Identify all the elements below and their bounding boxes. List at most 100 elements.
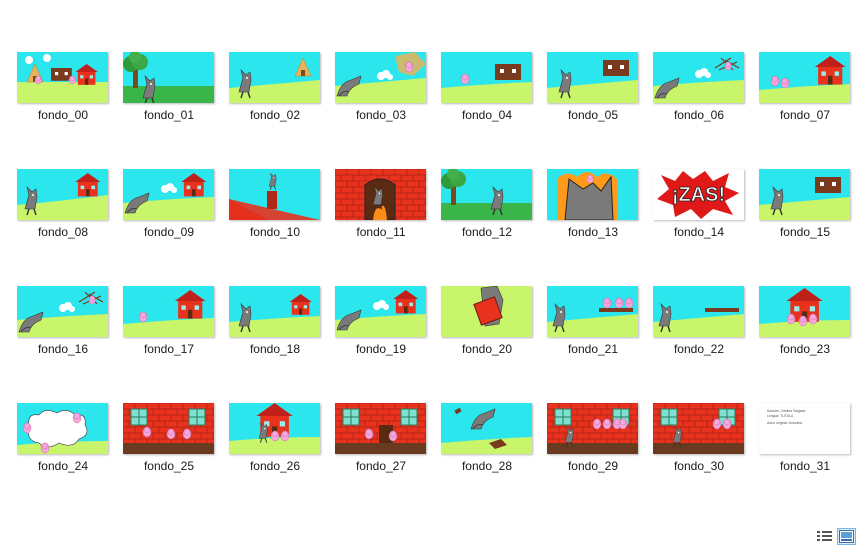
file-name-label: fondo_30 [673,459,725,473]
file-thumbnail-tile[interactable]: fondo_20 [441,286,532,356]
file-thumbnail-tile[interactable]: fondo_05 [547,52,638,122]
file-name-label: fondo_23 [779,342,831,356]
thumbnail-image [441,403,532,454]
thumbnail-image [759,169,850,220]
svg-text:¡ZAS!: ¡ZAS! [672,184,725,206]
thumbnail-image [17,52,108,103]
thumbnail-image [653,286,744,337]
file-name-label: fondo_19 [355,342,407,356]
file-thumbnail-tile[interactable]: fondo_12 [441,169,532,239]
file-thumbnail-tile[interactable]: fondo_27 [335,403,426,473]
thumbnail-image [123,169,214,220]
thumbnail-image [653,52,744,103]
file-name-label: fondo_13 [567,225,619,239]
file-thumbnail-tile[interactable]: fondo_06 [653,52,744,122]
details-view-button[interactable] [815,528,834,545]
file-name-label: fondo_31 [779,459,831,473]
thumbnail-image [17,169,108,220]
file-name-label: fondo_17 [143,342,195,356]
details-list-icon [817,531,832,541]
file-name-label: fondo_24 [37,459,89,473]
file-thumbnail-tile[interactable]: fondo_25 [123,403,214,473]
file-thumbnail-tile[interactable]: fondo_29 [547,403,638,473]
thumbnail-image: Autores: Cristina Salgado Lengua: TUTULA A… [759,403,850,454]
file-thumbnail-tile[interactable]: fondo_04 [441,52,532,122]
file-name-label: fondo_01 [143,108,195,122]
file-thumbnail-tile[interactable]: fondo_28 [441,403,532,473]
file-name-label: fondo_20 [461,342,513,356]
file-name-label: fondo_06 [673,108,725,122]
file-thumbnail-tile[interactable]: fondo_17 [123,286,214,356]
thumbnail-image [17,286,108,337]
file-name-label: fondo_29 [567,459,619,473]
thumbnail-image [441,52,532,103]
thumbnail-grid: fondo_00 fondo_01 fondo_02 fondo_03 fond… [17,52,850,473]
large-thumbnails-icon [839,530,854,543]
file-name-label: fondo_28 [461,459,513,473]
file-thumbnail-tile[interactable]: fondo_02 [229,52,320,122]
file-thumbnail-tile[interactable]: fondo_11 [335,169,426,239]
file-name-label: fondo_14 [673,225,725,239]
thumbnail-image [17,403,108,454]
file-thumbnail-tile[interactable]: fondo_26 [229,403,320,473]
file-name-label: fondo_11 [356,225,406,239]
thumbnail-image [229,52,320,103]
file-name-label: fondo_26 [249,459,301,473]
file-thumbnail-tile[interactable]: fondo_08 [17,169,108,239]
file-name-label: fondo_09 [143,225,195,239]
file-name-label: fondo_02 [249,108,301,122]
file-thumbnail-tile[interactable]: fondo_23 [759,286,850,356]
thumbnail-image [335,52,426,103]
thumbnail-image [335,169,426,220]
file-name-label: fondo_00 [37,108,89,122]
thumbnail-image [441,286,532,337]
file-name-label: fondo_15 [779,225,831,239]
credits-text-line: Autor original: Antonina [767,421,802,425]
file-name-label: fondo_10 [249,225,301,239]
thumbnail-image [441,169,532,220]
thumbnail-image [547,52,638,103]
file-name-label: fondo_18 [249,342,301,356]
file-thumbnail-tile[interactable]: fondo_03 [335,52,426,122]
thumbnail-image [229,169,320,220]
file-name-label: fondo_16 [37,342,89,356]
thumbnail-image [335,403,426,454]
thumbnail-image [335,286,426,337]
file-thumbnail-tile[interactable]: fondo_21 [547,286,638,356]
file-name-label: fondo_21 [567,342,619,356]
file-thumbnail-tile[interactable]: fondo_10 [229,169,320,239]
file-thumbnail-tile[interactable]: fondo_24 [17,403,108,473]
thumbnail-image: ¡ZAS! [653,169,744,220]
file-thumbnail-tile[interactable]: ¡ZAS! fondo_14 [653,169,744,239]
file-thumbnail-tile[interactable]: fondo_18 [229,286,320,356]
thumbnail-image [123,403,214,454]
file-thumbnail-tile[interactable]: fondo_13 [547,169,638,239]
thumbnail-image [547,286,638,337]
file-name-label: fondo_05 [567,108,619,122]
file-thumbnail-tile[interactable]: fondo_19 [335,286,426,356]
file-name-label: fondo_27 [355,459,407,473]
file-thumbnail-tile[interactable]: fondo_30 [653,403,744,473]
file-thumbnail-tile[interactable]: fondo_16 [17,286,108,356]
file-thumbnail-tile[interactable]: Autores: Cristina Salgado Lengua: TUTULA A… [759,403,850,473]
thumbnail-image [547,403,638,454]
file-thumbnail-tile[interactable]: fondo_09 [123,169,214,239]
file-thumbnail-tile[interactable]: fondo_01 [123,52,214,122]
thumbnail-image [759,52,850,103]
file-thumbnail-tile[interactable]: fondo_00 [17,52,108,122]
file-thumbnail-tile[interactable]: fondo_07 [759,52,850,122]
file-name-label: fondo_07 [779,108,831,122]
thumbnail-image [653,403,744,454]
file-name-label: fondo_12 [461,225,513,239]
credits-text-line: Autores: Cristina Salgado [767,409,806,413]
view-toggle [815,528,856,545]
large-icons-view-button[interactable] [837,528,856,545]
file-thumbnail-tile[interactable]: fondo_22 [653,286,744,356]
file-name-label: fondo_03 [355,108,407,122]
thumbnail-image [229,286,320,337]
thumbnail-image [229,403,320,454]
file-thumbnail-tile[interactable]: fondo_15 [759,169,850,239]
credits-text-line: Lengua: TUTULA [767,414,794,418]
file-name-label: fondo_04 [461,108,513,122]
file-name-label: fondo_25 [143,459,195,473]
